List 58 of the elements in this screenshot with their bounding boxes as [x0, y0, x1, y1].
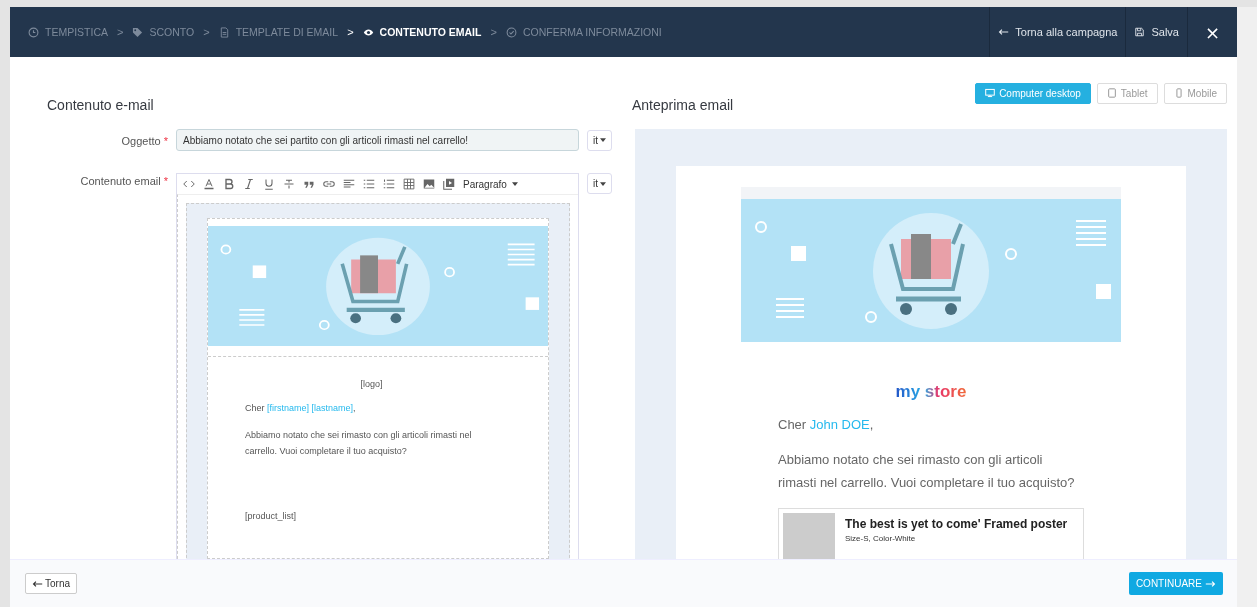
tag-icon: [132, 26, 144, 38]
align-tool-icon[interactable]: [343, 178, 355, 190]
product-variant: Size-S, Color-White: [845, 534, 917, 544]
product-name: The best is yet to come' Framed poster: [845, 517, 1068, 532]
caret-icon: [600, 138, 606, 142]
ul-tool-icon[interactable]: [363, 178, 375, 190]
chevron-separator: >: [117, 26, 124, 38]
language-dropdown[interactable]: it: [587, 129, 612, 151]
logo-placeholder-text: [logo]: [359, 379, 384, 389]
ol-tool-icon[interactable]: [383, 178, 395, 190]
greeting-text: Cher John DOE,: [778, 416, 875, 434]
scrollbar[interactable]: [1237, 7, 1257, 607]
field-label: Oggetto: [121, 135, 161, 147]
wizard-step[interactable]: CONTENUTO EMAIL: [362, 26, 482, 38]
code-tool-icon[interactable]: [183, 178, 195, 190]
wizard-step[interactable]: SCONTO: [132, 26, 195, 38]
bold-tool-icon[interactable]: [223, 178, 235, 190]
strike-tool-icon[interactable]: [283, 178, 295, 190]
email-body-text: Abbiamo notato che sei rimasto con gli articoli rimasti nel carrello. Vuoi completare il tuo acquisto?: [245, 429, 473, 458]
arrow-left-icon: [32, 579, 43, 588]
section-title: Anteprima email: [632, 97, 734, 113]
arrow-right-icon: [1205, 579, 1216, 588]
color-tool-icon[interactable]: [203, 178, 215, 190]
subject-field[interactable]: Abbiamo notato che sei partito con gli articoli rimasti nel carrello!: [176, 129, 579, 151]
language-dropdown[interactable]: it: [587, 173, 612, 194]
email-body-text: Abbiamo notato che sei rimasto con gli articoli rimasti nel carrello. Vuoi completare il tuo acquisto?: [778, 450, 1076, 492]
required-asterisk: *: [163, 135, 168, 147]
greeting-text: Cher [firstname] [lastname],: [245, 402, 357, 415]
chevron-separator: >: [347, 26, 354, 38]
wizard-step[interactable]: CONFERMA INFORMAZIONI: [505, 26, 662, 38]
photo-placeholder: [783, 513, 835, 559]
clock-icon: [28, 26, 39, 38]
wizard-step[interactable]: TEMPLATE DI EMAIL: [218, 26, 339, 38]
wizard-step[interactable]: TEMPISTICA: [28, 26, 108, 38]
video-tool-icon[interactable]: [443, 178, 455, 190]
monitor-icon: [985, 88, 996, 98]
required-asterisk: *: [163, 175, 168, 187]
image-tool-icon[interactable]: [423, 178, 435, 190]
back-button[interactable]: Torna: [25, 573, 77, 594]
header-button[interactable]: Torna alla campagna: [989, 7, 1126, 57]
section-title: Contenuto e-mail: [47, 97, 155, 113]
format-dropdown[interactable]: Paragrafo: [463, 178, 518, 190]
underline-tool-icon[interactable]: [263, 178, 275, 190]
table-tool-icon[interactable]: [403, 178, 415, 190]
tablet-icon: [1106, 88, 1117, 98]
check-circle-icon: [505, 26, 517, 38]
arrow-left-icon: [998, 27, 1010, 37]
phone-icon: [1173, 88, 1184, 98]
caret-icon: [511, 182, 518, 186]
link-tool-icon[interactable]: [323, 178, 335, 190]
caret-icon: [600, 181, 606, 186]
header-button[interactable]: Salva: [1125, 7, 1187, 57]
field-label: Contenuto email: [80, 175, 161, 187]
chevron-separator: >: [490, 26, 497, 38]
document-icon: [218, 26, 230, 38]
product-list-placeholder-text: [product_list]: [245, 509, 298, 523]
italic-tool-icon[interactable]: [243, 178, 255, 190]
chevron-separator: >: [203, 26, 210, 38]
